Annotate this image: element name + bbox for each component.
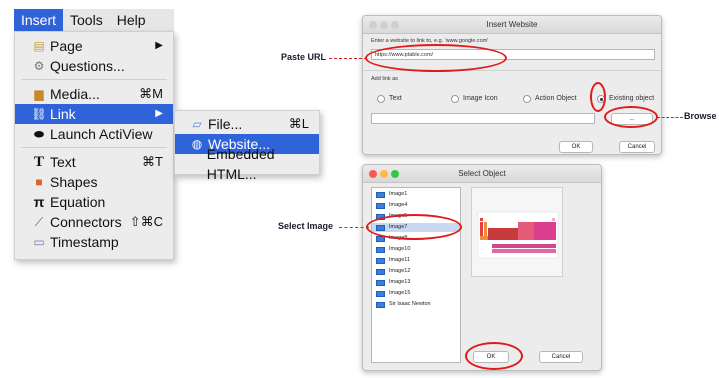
- ok-highlight-circle: [465, 342, 523, 370]
- minimize-dot-icon[interactable]: [380, 21, 388, 29]
- radio-highlight-circle: [590, 82, 606, 112]
- website-icon: ◍: [191, 137, 203, 151]
- submenu-item-embedded-html[interactable]: Embedded HTML...: [175, 146, 319, 182]
- callout-select-image: Select Image: [278, 221, 334, 231]
- menu-item-equation[interactable]: π Equation: [15, 192, 173, 212]
- submenu-item-file[interactable]: ▱ File... ⌘L: [175, 114, 319, 134]
- menu-item-launch-actiview[interactable]: ⬬ Launch ActiView: [15, 124, 173, 144]
- menu-item-questions[interactable]: ⚙ Questions...: [15, 56, 173, 76]
- callout-paste-url: Paste URL: [281, 52, 327, 62]
- radio-existing-object-label: Existing object: [609, 95, 655, 102]
- dialog-title: Insert Website: [486, 20, 538, 29]
- link-as-label: Add link as: [371, 76, 398, 82]
- close-dot-icon[interactable]: [369, 21, 377, 29]
- menu-separator: [21, 79, 167, 80]
- select-object-dialog: Select Object Image1 Image4 Image5 Image…: [362, 164, 602, 371]
- link-submenu: ▱ File... ⌘L ◍ Website... Embedded HTML.…: [174, 110, 320, 182]
- image-thumb-icon: [376, 202, 385, 209]
- image-thumb-icon: [376, 301, 385, 308]
- radio-text-label: Text: [389, 95, 402, 102]
- image-thumb-icon: [376, 290, 385, 297]
- minimize-dot-icon[interactable]: [380, 170, 388, 178]
- object-list-item[interactable]: Sir Isaac Newton: [376, 300, 431, 309]
- object-list-item[interactable]: Image13: [376, 278, 410, 287]
- menu-item-timestamp[interactable]: ▭ Timestamp: [15, 232, 173, 252]
- zoom-dot-icon[interactable]: [391, 21, 399, 29]
- menu-insert[interactable]: Insert: [14, 9, 64, 31]
- object-list-item[interactable]: Image4: [376, 201, 407, 210]
- dialog-titlebar: Insert Website: [363, 16, 661, 34]
- image-thumb-icon: [376, 279, 385, 286]
- timestamp-icon: ▭: [33, 235, 45, 249]
- url-highlight-circle: [365, 44, 507, 72]
- insert-website-dialog: Insert Website Enter a website to link t…: [362, 15, 662, 155]
- callout-leader-line: [657, 117, 683, 118]
- object-list-item[interactable]: Image1: [376, 190, 407, 199]
- image-thumb-icon: [376, 268, 385, 275]
- menu-item-link[interactable]: ⛓ Link ▶: [15, 104, 173, 124]
- connectors-icon: ⟋: [34, 215, 44, 229]
- image-highlight-circle: [366, 214, 462, 240]
- menu-item-shapes[interactable]: ■ Shapes: [15, 172, 173, 192]
- ok-button[interactable]: OK: [559, 141, 593, 153]
- object-preview: [471, 187, 563, 277]
- media-icon: ▆: [34, 87, 44, 101]
- menu-bar: Insert Tools Help: [14, 9, 174, 31]
- menu-separator: [21, 147, 167, 148]
- radio-action-object-label: Action Object: [535, 95, 577, 102]
- existing-object-field[interactable]: [371, 113, 595, 124]
- image-thumb-icon: [376, 191, 385, 198]
- image-thumb-icon: [376, 257, 385, 264]
- callout-leader-line: [329, 58, 367, 59]
- menu-tools[interactable]: Tools: [63, 9, 110, 31]
- radio-text[interactable]: [377, 95, 385, 103]
- menu-item-connectors[interactable]: ⟋ Connectors ⇧⌘C: [15, 212, 173, 232]
- object-list-item[interactable]: Image12: [376, 267, 410, 276]
- shapes-icon: ■: [35, 175, 43, 189]
- menu-item-media[interactable]: ▆ Media... ⌘M: [15, 84, 173, 104]
- radio-action-object[interactable]: [523, 95, 531, 103]
- file-icon: ▱: [192, 117, 202, 131]
- questions-icon: ⚙: [33, 59, 45, 73]
- cancel-button[interactable]: Cancel: [539, 351, 583, 363]
- object-list-item[interactable]: Image10: [376, 245, 410, 254]
- dialog-titlebar: Select Object: [363, 165, 601, 183]
- cancel-button[interactable]: Cancel: [619, 141, 655, 153]
- equation-icon: π: [33, 194, 45, 210]
- radio-image-icon[interactable]: [451, 95, 459, 103]
- browse-highlight-circle: [604, 106, 658, 128]
- page-icon: ▤: [33, 39, 45, 53]
- periodic-table-thumbnail: [477, 211, 559, 259]
- text-icon: T: [33, 154, 44, 170]
- actiview-icon: ⬬: [33, 127, 45, 141]
- object-list-item[interactable]: Image11: [376, 256, 410, 265]
- insert-menu: ▤ Page ▶ ⚙ Questions... ▆ Media... ⌘M ⛓ …: [14, 31, 174, 260]
- object-list-item[interactable]: Image15: [376, 289, 410, 298]
- menu-help[interactable]: Help: [110, 9, 153, 31]
- radio-image-icon-label: Image Icon: [463, 95, 498, 102]
- zoom-dot-icon[interactable]: [391, 170, 399, 178]
- callout-browse: Browse: [684, 111, 717, 121]
- image-thumb-icon: [376, 246, 385, 253]
- callout-leader-line: [339, 227, 369, 228]
- close-dot-icon[interactable]: [369, 170, 377, 178]
- link-icon: ⛓: [31, 107, 47, 121]
- dialog-title: Select Object: [458, 169, 506, 178]
- menu-item-page[interactable]: ▤ Page ▶: [15, 36, 173, 56]
- menu-item-text[interactable]: T Text ⌘T: [15, 152, 173, 172]
